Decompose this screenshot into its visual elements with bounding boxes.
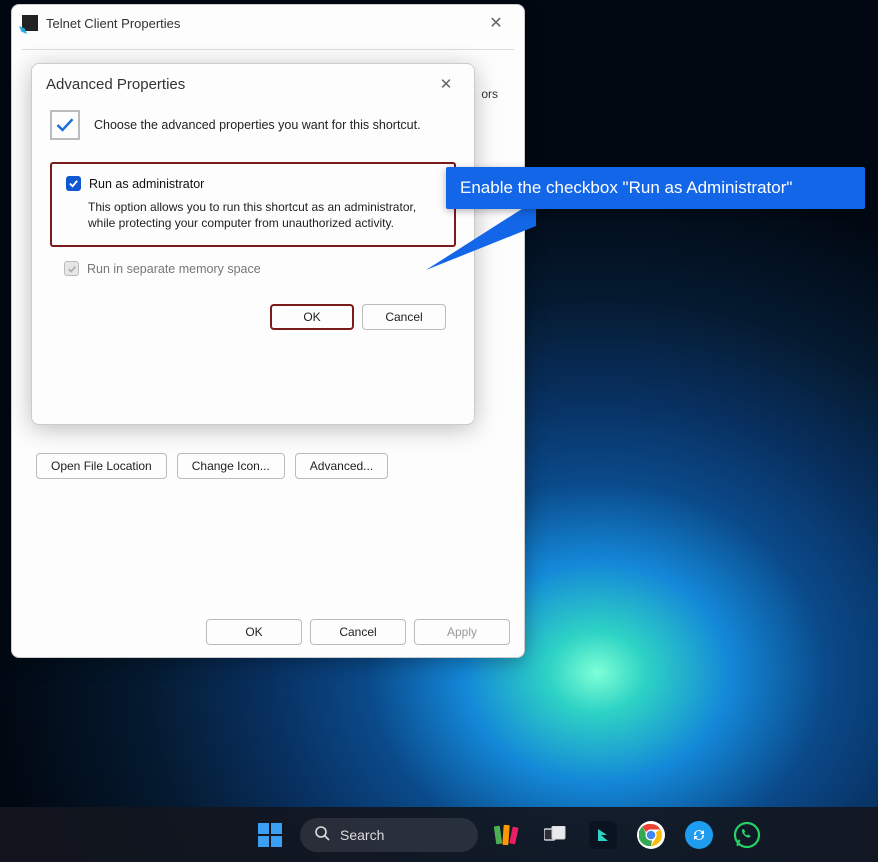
shortcut-action-row: Open File Location Change Icon... Advanc… — [36, 453, 388, 479]
advanced-intro-text: Choose the advanced properties you want … — [94, 118, 421, 132]
run-as-admin-label: Run as administrator — [89, 177, 204, 191]
taskbar-app-whatsapp-icon[interactable] — [728, 815, 766, 855]
advanced-close-button[interactable]: ✕ — [432, 74, 460, 94]
taskbar-widget-icon[interactable] — [488, 815, 526, 855]
advanced-cancel-button[interactable]: Cancel — [362, 304, 446, 330]
properties-apply-button: Apply — [414, 619, 510, 645]
advanced-titlebar: Advanced Properties ✕ — [32, 64, 474, 104]
properties-title-text: Telnet Client Properties — [46, 16, 180, 31]
run-as-admin-checkbox[interactable] — [66, 176, 81, 191]
properties-main-buttons: OK Cancel Apply — [206, 619, 510, 645]
task-view-icon[interactable] — [536, 815, 574, 855]
advanced-intro: Choose the advanced properties you want … — [50, 110, 456, 140]
taskbar-search[interactable]: Search — [300, 818, 478, 852]
properties-tabs: ors — [22, 49, 514, 50]
search-icon — [314, 825, 330, 844]
separate-memory-checkbox — [64, 261, 79, 276]
windows-logo-icon — [258, 823, 282, 847]
advanced-button[interactable]: Advanced... — [295, 453, 388, 479]
properties-cancel-button[interactable]: Cancel — [310, 619, 406, 645]
instruction-callout: Enable the checkbox "Run as Administrato… — [446, 167, 865, 209]
properties-titlebar: Telnet Client Properties ✕ — [12, 5, 524, 41]
separate-memory-label: Run in separate memory space — [87, 262, 261, 276]
search-placeholder: Search — [340, 827, 384, 843]
advanced-properties-dialog: Advanced Properties ✕ Choose the advance… — [31, 63, 475, 425]
run-as-admin-description: This option allows you to run this short… — [88, 199, 440, 231]
start-button[interactable] — [250, 815, 290, 855]
taskbar-app-filmora-icon[interactable] — [584, 815, 622, 855]
advanced-title-text: Advanced Properties — [46, 76, 185, 93]
telnet-shortcut-icon — [22, 15, 38, 31]
change-icon-button[interactable]: Change Icon... — [177, 453, 285, 479]
properties-close-button[interactable]: ✕ — [478, 11, 514, 35]
taskbar-app-chrome-icon[interactable] — [632, 815, 670, 855]
run-as-admin-highlight: Run as administrator This option allows … — [50, 162, 456, 247]
callout-text: Enable the checkbox "Run as Administrato… — [460, 178, 792, 198]
properties-ok-button[interactable]: OK — [206, 619, 302, 645]
separate-memory-row: Run in separate memory space — [64, 261, 456, 276]
advanced-buttons: OK Cancel — [50, 304, 456, 330]
tab-fragment: ors — [481, 87, 498, 101]
taskbar-app-sync-icon[interactable] — [680, 815, 718, 855]
advanced-ok-button[interactable]: OK — [270, 304, 354, 330]
open-file-location-button[interactable]: Open File Location — [36, 453, 167, 479]
checkmark-icon — [50, 110, 80, 140]
windows-taskbar: Search — [0, 807, 878, 862]
